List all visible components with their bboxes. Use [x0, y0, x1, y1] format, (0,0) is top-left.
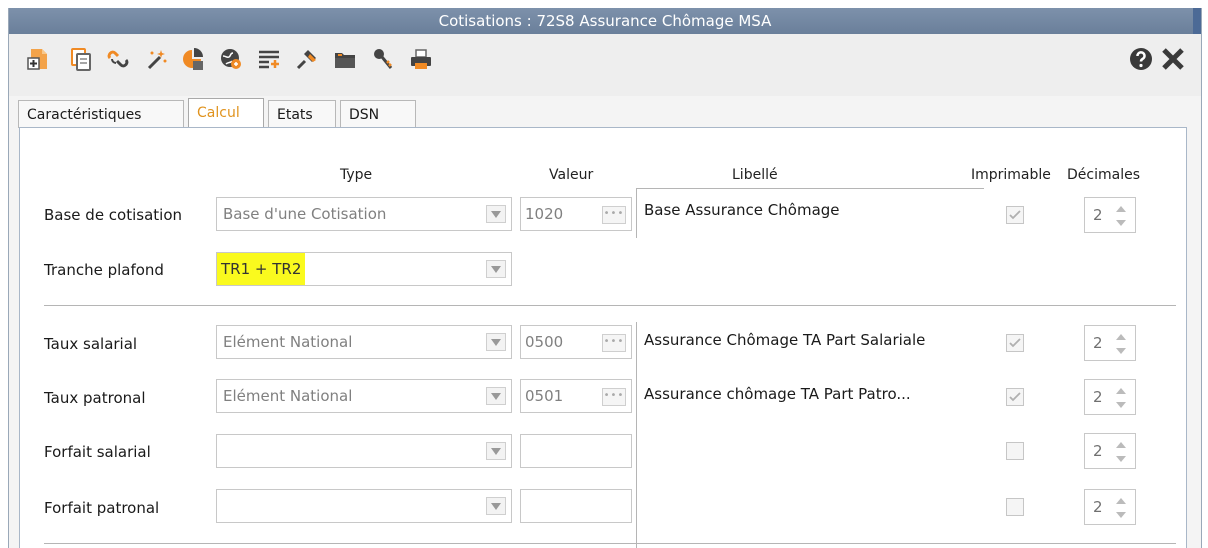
taux-salarial-decimales: 2 [1093, 334, 1103, 352]
spin-down-icon[interactable] [1115, 346, 1127, 356]
taux-patronal-valeur-field[interactable]: 0501 ••• [520, 379, 632, 413]
header-type: Type [340, 167, 373, 183]
taux-patronal-type-select[interactable]: Elément National [216, 379, 512, 413]
close-icon[interactable] [1160, 46, 1186, 72]
ellipsis-icon[interactable]: ••• [602, 206, 626, 224]
chevron-down-icon[interactable] [486, 205, 506, 223]
tab-label: DSN [349, 107, 380, 123]
taux-salarial-imprimable-checkbox[interactable] [1006, 334, 1024, 352]
pin-icon[interactable] [294, 46, 320, 72]
tranche-plafond-select[interactable]: TR1 + TR2 [216, 252, 512, 286]
libelle-separator [636, 188, 637, 238]
base-cotisation-type-select[interactable]: Base d'une Cotisation [216, 197, 512, 231]
tranche-plafond-label: Tranche plafond [44, 261, 164, 279]
section-divider [44, 305, 1176, 306]
taux-patronal-label: Taux patronal [44, 389, 146, 407]
base-cotisation-valeur: 1020 [525, 205, 564, 223]
base-cotisation-decimales-stepper[interactable]: 2 [1084, 197, 1136, 233]
tab-etats[interactable]: Etats [268, 100, 336, 128]
tab-dsn[interactable]: DSN [340, 100, 416, 128]
help-icon[interactable] [1128, 46, 1154, 72]
chevron-down-icon[interactable] [486, 442, 506, 460]
tab-label: Calcul [197, 105, 240, 121]
base-cotisation-libelle: Base Assurance Chômage [644, 201, 840, 219]
spin-down-icon[interactable] [1115, 218, 1127, 228]
base-cotisation-type-value: Base d'une Cotisation [223, 205, 387, 223]
forfait-patronal-decimales: 2 [1093, 498, 1103, 516]
copy-document-icon[interactable] [68, 46, 94, 72]
taux-patronal-type-value: Elément National [223, 387, 353, 405]
bottom-divider [44, 543, 1176, 544]
link-icon[interactable] [105, 46, 131, 72]
taux-salarial-libelle: Assurance Chômage TA Part Salariale [644, 331, 926, 349]
taux-salarial-label: Taux salarial [44, 335, 138, 353]
spin-down-icon[interactable] [1115, 510, 1127, 520]
base-cotisation-label: Base de cotisation [44, 206, 183, 224]
spin-up-icon[interactable] [1115, 386, 1127, 396]
forfait-salarial-label: Forfait salarial [44, 443, 151, 461]
taux-patronal-imprimable-checkbox[interactable] [1006, 388, 1024, 406]
libelle-top-border [636, 188, 984, 189]
ellipsis-icon[interactable]: ••• [602, 334, 626, 352]
tranche-plafond-value: TR1 + TR2 [217, 253, 306, 285]
tab-label: Etats [277, 107, 313, 123]
forfait-patronal-imprimable-checkbox[interactable] [1006, 498, 1024, 516]
taux-salarial-valeur-field[interactable]: 0500 ••• [520, 325, 632, 359]
base-cotisation-imprimable-checkbox[interactable] [1006, 206, 1024, 224]
taux-patronal-valeur: 0501 [525, 387, 564, 405]
base-cotisation-valeur-field[interactable]: 1020 ••• [520, 197, 632, 231]
base-cotisation-decimales: 2 [1093, 206, 1103, 224]
forfait-patronal-decimales-stepper[interactable]: 2 [1084, 489, 1136, 525]
header-imprimable: Imprimable [971, 167, 1051, 183]
header-decimales: Décimales [1067, 167, 1140, 183]
ellipsis-icon[interactable]: ••• [602, 388, 626, 406]
spin-up-icon[interactable] [1115, 204, 1127, 214]
spin-down-icon[interactable] [1115, 400, 1127, 410]
chevron-down-icon[interactable] [486, 497, 506, 515]
folder-icon[interactable] [332, 46, 358, 72]
taux-patronal-decimales: 2 [1093, 388, 1103, 406]
taux-salarial-type-select[interactable]: Elément National [216, 325, 512, 359]
window-title: Cotisations : 72S8 Assurance Chômage MSA [438, 12, 772, 30]
spin-down-icon[interactable] [1115, 454, 1127, 464]
print-icon[interactable] [408, 46, 434, 72]
forfait-salarial-valeur-field[interactable] [520, 434, 632, 468]
spin-up-icon[interactable] [1115, 496, 1127, 506]
title-bar-edge [1193, 8, 1201, 34]
forfait-patronal-valeur-field[interactable] [520, 489, 632, 523]
taux-salarial-decimales-stepper[interactable]: 2 [1084, 325, 1136, 361]
taux-salarial-valeur: 0500 [525, 333, 564, 351]
taux-patronal-decimales-stepper[interactable]: 2 [1084, 379, 1136, 415]
header-valeur: Valeur [549, 167, 594, 183]
spin-up-icon[interactable] [1115, 440, 1127, 450]
new-document-icon[interactable] [25, 46, 51, 72]
tab-calcul[interactable]: Calcul [188, 98, 264, 129]
forfait-salarial-decimales: 2 [1093, 442, 1103, 460]
title-bar: Cotisations : 72S8 Assurance Chômage MSA [9, 8, 1201, 34]
chevron-down-icon[interactable] [486, 387, 506, 405]
globe-icon[interactable] [218, 46, 244, 72]
spin-up-icon[interactable] [1115, 332, 1127, 342]
forfait-salarial-type-select[interactable] [216, 434, 512, 468]
forfait-salarial-decimales-stepper[interactable]: 2 [1084, 433, 1136, 469]
magic-wand-icon[interactable] [143, 46, 169, 72]
forfait-salarial-imprimable-checkbox[interactable] [1006, 442, 1024, 460]
forfait-patronal-label: Forfait patronal [44, 499, 160, 517]
tab-caracteristiques[interactable]: Caractéristiques [18, 100, 184, 128]
chart-icon[interactable] [180, 46, 206, 72]
list-add-icon[interactable] [256, 46, 282, 72]
key-icon[interactable] [370, 46, 396, 72]
chevron-down-icon[interactable] [486, 260, 506, 278]
chevron-down-icon[interactable] [486, 333, 506, 351]
taux-patronal-libelle: Assurance chômage TA Part Patro... [644, 385, 911, 403]
tab-label: Caractéristiques [27, 107, 142, 123]
forfait-patronal-type-select[interactable] [216, 489, 512, 523]
header-libelle: Libellé [732, 167, 778, 183]
libelle-separator [636, 322, 637, 548]
taux-salarial-type-value: Elément National [223, 333, 353, 351]
